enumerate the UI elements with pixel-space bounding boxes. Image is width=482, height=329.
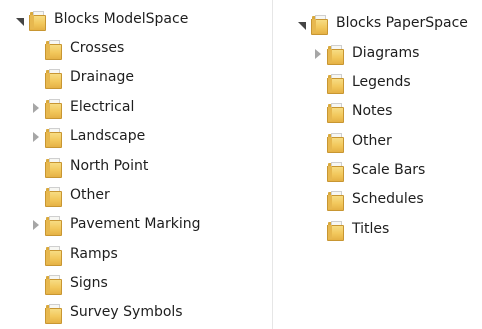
tree-item-blocks-modelspace[interactable]: Blocks ModelSpace [12,5,188,34]
tree-item-notes[interactable]: Notes [310,97,392,126]
tree-item-label: Other [70,187,110,203]
tree-item-ramps[interactable]: Ramps [28,240,118,269]
folder-icon [44,157,62,178]
expand-arrow-icon[interactable] [28,122,44,151]
tree-item-diagrams[interactable]: Diagrams [310,39,419,68]
folder-icon [44,98,62,119]
folder-icon [326,190,344,211]
collapse-arrow-icon[interactable] [12,5,28,34]
tree-item-label: Legends [352,74,411,90]
tree-item-scale-bars[interactable]: Scale Bars [310,156,425,185]
tree-item-label: Diagrams [352,45,420,61]
folder-icon [326,161,344,182]
tree-item-pavement-marking[interactable]: Pavement Marking [28,210,201,239]
arrow-placeholder [310,215,326,244]
expand-arrow-icon[interactable] [28,93,44,122]
tree-item-label: Crosses [70,40,125,56]
left-tree-pane: Blocks ModelSpace Crosses Drainage Elect… [0,0,273,329]
tree-item-electrical[interactable]: Electrical [28,93,134,122]
tree-item-signs[interactable]: Signs [28,269,108,298]
tree-item-label: Blocks PaperSpace [336,15,468,31]
folder-icon [44,39,62,60]
tree-item-label: Drainage [70,69,134,85]
tree-item-landscape[interactable]: Landscape [28,122,145,151]
folder-icon [44,303,62,324]
tree-item-label: Pavement Marking [70,216,201,232]
folder-icon [310,14,328,35]
folder-icon [326,132,344,153]
arrow-placeholder [310,97,326,126]
tree-item-label: Other [352,133,392,149]
tree-item-crosses[interactable]: Crosses [28,34,124,63]
folder-icon [44,68,62,89]
tree-item-drainage[interactable]: Drainage [28,63,134,92]
tree-item-label: Schedules [352,191,424,207]
arrow-placeholder [310,185,326,214]
tree-item-label: Landscape [70,128,146,144]
tree-item-label: Blocks ModelSpace [54,11,189,27]
arrow-placeholder [28,298,44,327]
arrow-placeholder [310,68,326,97]
arrow-placeholder [28,269,44,298]
folder-icon [326,73,344,94]
right-tree-pane: Blocks PaperSpace Diagrams Legends Notes… [282,0,482,329]
tree-item-label: Notes [352,103,393,119]
tree-item-legends[interactable]: Legends [310,68,411,97]
arrow-placeholder [310,156,326,185]
arrow-placeholder [28,152,44,181]
tree-item-north-point[interactable]: North Point [28,152,148,181]
tree-item-label: North Point [70,158,149,174]
folder-icon [28,10,46,31]
tree-item-label: Scale Bars [352,162,426,178]
tree-item-label: Signs [70,275,108,291]
tree-item-label: Electrical [70,99,135,115]
tree-item-label: Survey Symbols [70,304,183,320]
tree-item-other[interactable]: Other [28,181,110,210]
arrow-placeholder [28,181,44,210]
folder-icon [44,215,62,236]
folder-icon [326,44,344,65]
folder-icon [44,127,62,148]
folder-icon [44,186,62,207]
tree-item-blocks-paperspace[interactable]: Blocks PaperSpace [294,9,468,38]
tree-item-titles[interactable]: Titles [310,215,389,244]
folder-icon [326,102,344,123]
expand-arrow-icon[interactable] [310,39,326,68]
collapse-arrow-icon[interactable] [294,9,310,38]
folder-icon [44,245,62,266]
tree-item-schedules[interactable]: Schedules [310,185,424,214]
arrow-placeholder [310,127,326,156]
folder-icon [44,274,62,295]
tree-item-label: Ramps [70,246,118,262]
tree-item-label: Titles [352,221,390,237]
arrow-placeholder [28,34,44,63]
folder-icon [326,220,344,241]
expand-arrow-icon[interactable] [28,210,44,239]
tree-item-survey-symbols[interactable]: Survey Symbols [28,298,183,327]
tree-item-other[interactable]: Other [310,127,392,156]
arrow-placeholder [28,240,44,269]
arrow-placeholder [28,63,44,92]
